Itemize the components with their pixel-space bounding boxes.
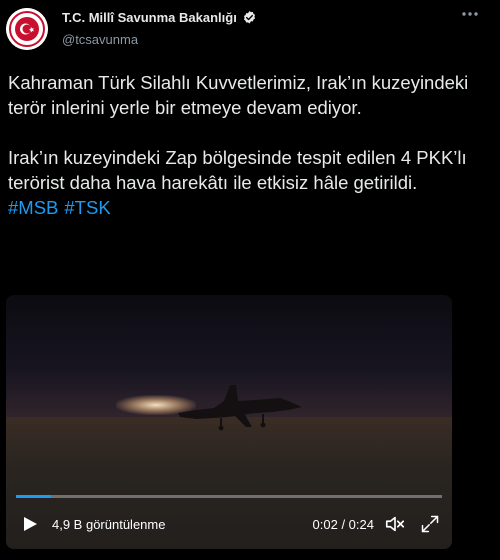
tweet-text: Kahraman Türk Silahlı Kuvvetlerimiz, Ira… bbox=[8, 70, 478, 220]
view-count: 4,9 B görüntülenme bbox=[52, 516, 166, 532]
more-options-icon[interactable] bbox=[460, 4, 480, 29]
avatar[interactable] bbox=[6, 8, 48, 50]
tweet-card: T.C. Millî Savunma Bakanlığı @tcsavunma … bbox=[0, 0, 500, 560]
fighter-jet-silhouette bbox=[178, 385, 302, 431]
tweet-paragraph-1: Kahraman Türk Silahlı Kuvvetlerimiz, Ira… bbox=[8, 72, 469, 118]
volume-muted-icon[interactable] bbox=[384, 513, 406, 535]
video-controls: 4,9 B görüntülenme 0:02 / 0:24 bbox=[6, 509, 452, 539]
fullscreen-icon[interactable] bbox=[420, 514, 440, 534]
video-time: 0:02 / 0:24 bbox=[312, 516, 374, 532]
hashtags: #MSB #TSK bbox=[8, 195, 478, 220]
play-icon[interactable] bbox=[22, 516, 38, 532]
hashtag-link[interactable]: #MSB bbox=[8, 197, 58, 218]
video-progress-bar[interactable] bbox=[16, 495, 442, 498]
video-player[interactable]: 4,9 B görüntülenme 0:02 / 0:24 bbox=[6, 295, 452, 549]
account-name[interactable]: T.C. Millî Savunma Bakanlığı bbox=[62, 10, 237, 25]
account-handle[interactable]: @tcsavunma bbox=[62, 32, 138, 47]
tweet-paragraph-2: Irak’ın kuzeyindeki Zap bölgesinde tespi… bbox=[8, 147, 467, 193]
verified-badge-icon bbox=[243, 10, 255, 24]
video-progress-fill bbox=[16, 495, 52, 498]
msb-logo-icon bbox=[6, 8, 48, 50]
hashtag-link[interactable]: #TSK bbox=[64, 197, 110, 218]
account-name-row[interactable]: T.C. Millî Savunma Bakanlığı bbox=[62, 10, 257, 25]
